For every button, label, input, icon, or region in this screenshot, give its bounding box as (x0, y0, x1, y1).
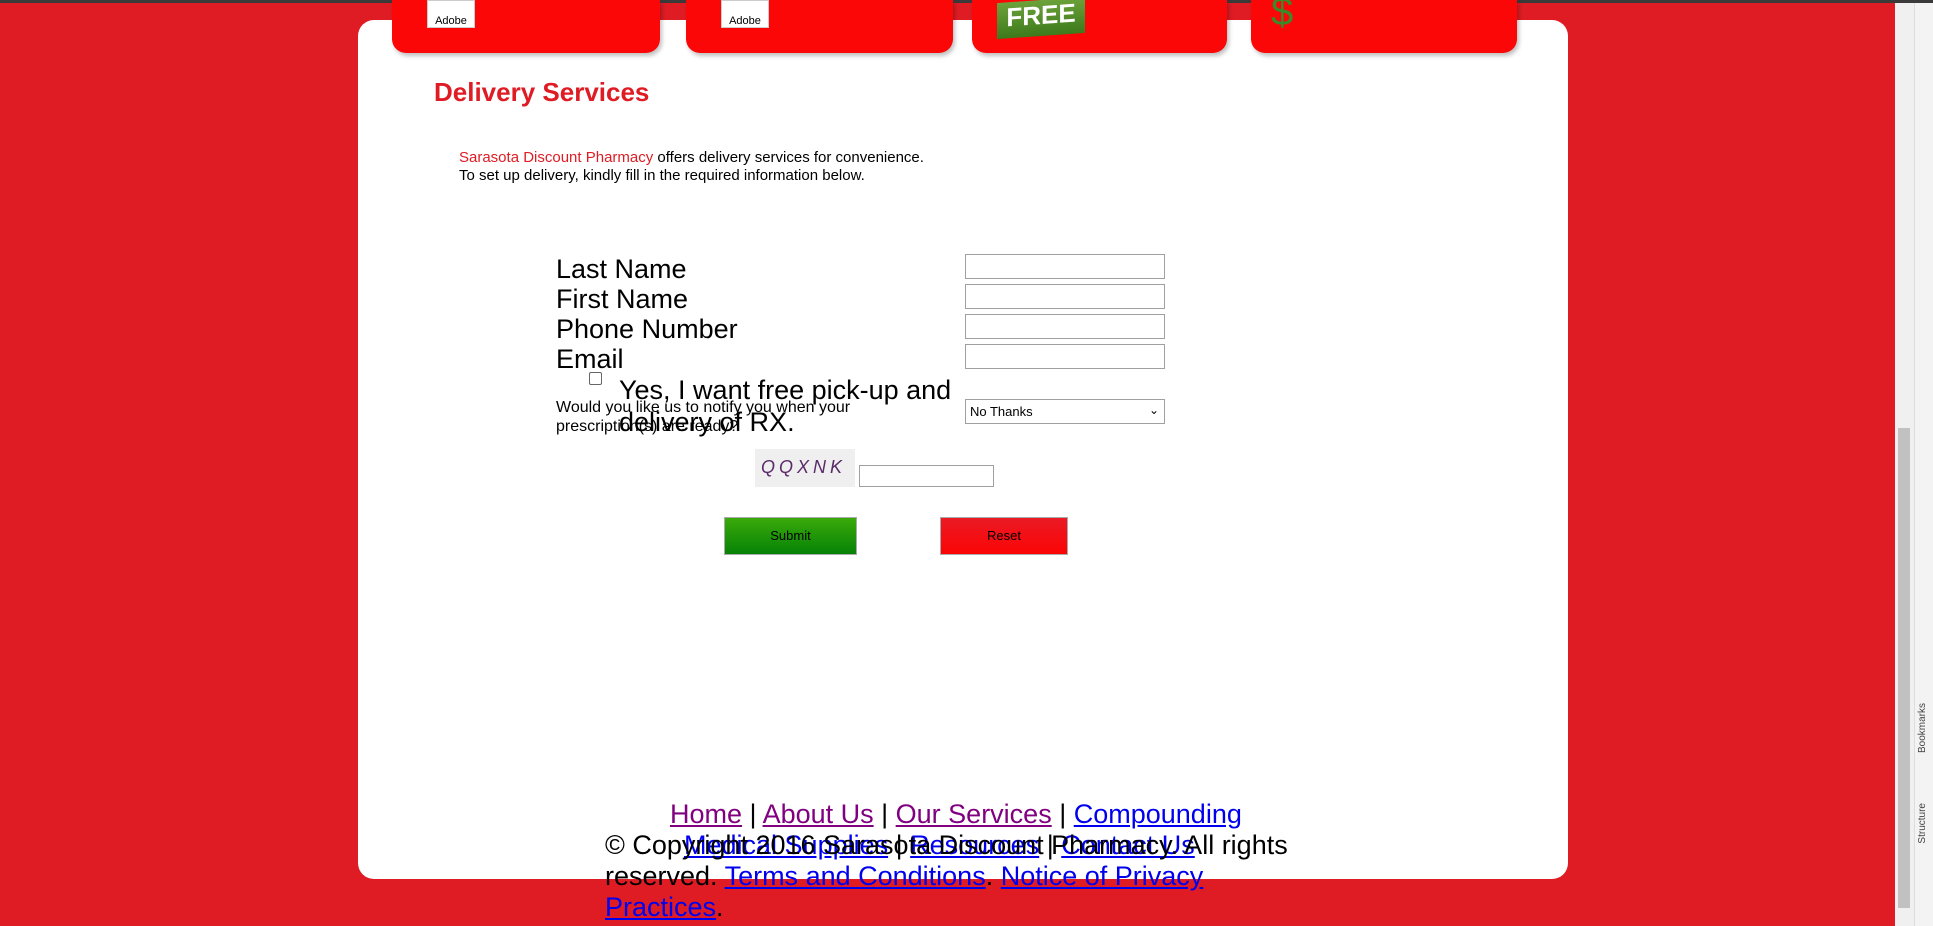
first-name-input[interactable] (965, 284, 1165, 309)
phone-input[interactable] (965, 314, 1165, 339)
nav-tab-1[interactable]: Adobe (392, 0, 660, 53)
browser-top-bar (0, 0, 1933, 3)
nav-tab-2[interactable]: Adobe (686, 0, 953, 53)
chevron-down-icon: ⌄ (1148, 403, 1159, 417)
nav-tab-4[interactable]: $ (1251, 0, 1517, 53)
terms-link[interactable]: Terms and Conditions (725, 861, 986, 891)
footer-link-about[interactable]: About Us (763, 799, 874, 829)
adobe-pdf-icon: Adobe (427, 0, 475, 28)
vertical-scrollbar[interactable] (1895, 3, 1914, 926)
footer-link-home[interactable]: Home (670, 799, 742, 829)
intro-line1: offers delivery services for convenience… (653, 149, 924, 166)
captcha-image: QQXNK (755, 449, 855, 487)
pickup-checkbox[interactable] (589, 372, 602, 385)
adobe-pdf-icon: Adobe (721, 0, 769, 28)
separator: | (873, 799, 896, 829)
nav-tab-3[interactable]: FREE (972, 0, 1227, 53)
footer-link-services[interactable]: Our Services (896, 799, 1052, 829)
scrollbar-thumb[interactable] (1898, 428, 1910, 908)
pdf-side-panel: Bookmarks Structure (1914, 3, 1933, 926)
bookmarks-tab[interactable]: Bookmarks (1917, 703, 1928, 753)
notify-selected-value: No Thanks (970, 404, 1033, 419)
separator: | (742, 799, 763, 829)
pickup-label: Yes, I want free pick-up and delivery of… (619, 375, 952, 437)
last-name-label: Last Name (556, 254, 687, 284)
notify-select[interactable]: No Thanks ⌄ (965, 399, 1165, 424)
first-name-label: First Name (556, 284, 689, 314)
separator: | (1051, 799, 1074, 829)
reset-button[interactable]: Reset (940, 517, 1068, 555)
intro-text: Sarasota Discount Pharmacy offers delive… (459, 149, 924, 185)
last-name-input[interactable] (965, 254, 1165, 279)
phone-label: Phone Number (556, 314, 738, 344)
copyright: © Copyright 2016 Sarasota Discount Pharm… (605, 830, 1288, 922)
brand-name: Sarasota Discount Pharmacy (459, 149, 654, 166)
dollar-icon: $ (1271, 0, 1294, 34)
intro-line2: To set up delivery, kindly fill in the r… (459, 167, 865, 184)
captcha-input[interactable] (859, 465, 994, 487)
page-title: Delivery Services (434, 77, 650, 107)
email-label: Email (556, 344, 624, 374)
email-input[interactable] (965, 344, 1165, 369)
footer-link-compounding[interactable]: Compounding (1074, 799, 1242, 829)
free-badge-icon: FREE (997, 0, 1085, 40)
submit-button[interactable]: Submit (724, 517, 857, 555)
structure-tab[interactable]: Structure (1917, 803, 1928, 844)
